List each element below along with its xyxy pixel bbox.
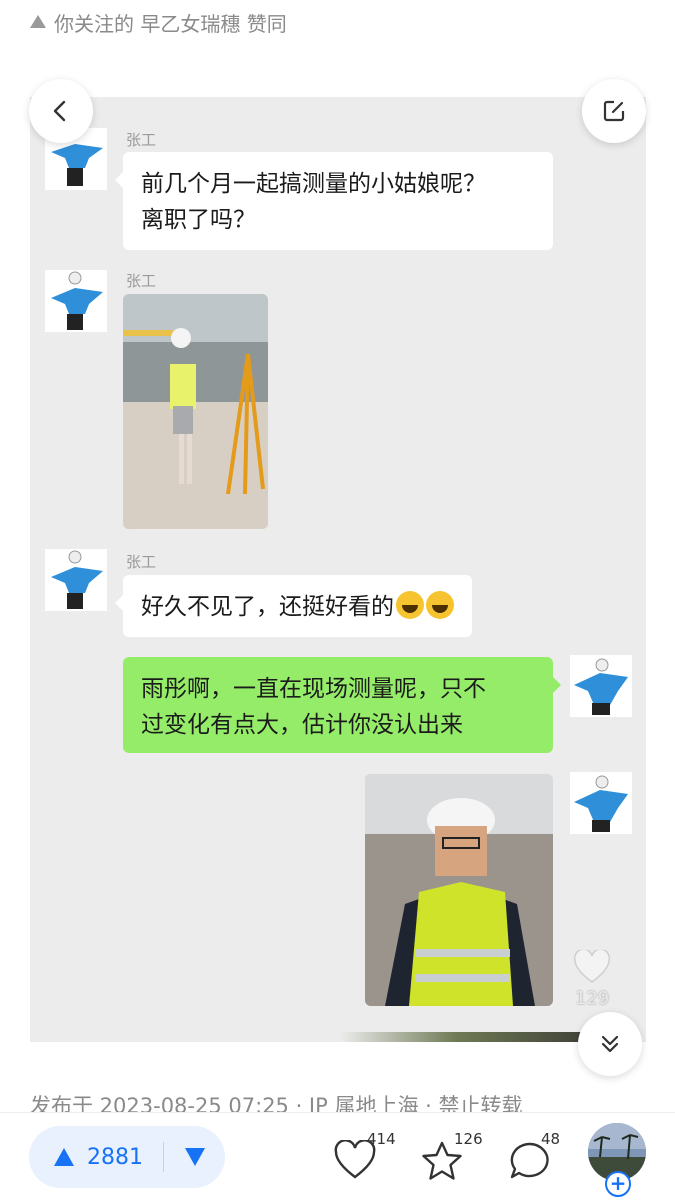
downvote-button[interactable] <box>164 1126 225 1188</box>
like-button[interactable]: 414 <box>333 1130 396 1186</box>
back-button[interactable] <box>29 79 93 143</box>
vote-pill: 2881 <box>29 1126 225 1188</box>
chat-photo-surveyor[interactable] <box>123 294 268 529</box>
sender-name: 张工 <box>126 131 157 149</box>
image-like-button[interactable]: 129 <box>570 948 614 1009</box>
favorite-button[interactable]: 126 <box>420 1130 483 1186</box>
my-message-bubble: 雨彤啊，一直在现场测量呢，只不 过变化有点大，估计你没认出来 <box>123 657 561 753</box>
sender-name: 张工 <box>126 553 157 571</box>
crying-laugh-emoji-icon <box>396 591 424 619</box>
sender-name: 张工 <box>126 272 157 290</box>
image-like-count: 129 <box>574 988 610 1009</box>
contact-avatar <box>45 270 107 332</box>
crying-laugh-emoji-icon <box>426 591 454 619</box>
message-bubble: 前几个月一起搞测量的小姑娘呢？ 离职了吗？ <box>115 152 553 250</box>
upvote-button[interactable]: 2881 <box>29 1126 163 1188</box>
downvote-triangle-icon <box>184 1148 205 1166</box>
comment-button[interactable]: 48 <box>507 1130 567 1186</box>
triangle-up-icon <box>30 14 46 28</box>
message-bubble: 好久不见了，还挺好看的 <box>115 575 472 637</box>
my-avatar <box>570 772 632 834</box>
chat-photo-worker[interactable] <box>365 774 553 1006</box>
post-image[interactable]: 张工 前几个月一起搞测量的小姑娘呢？ 离职了吗？ 张工 张工 好久不见了，还挺好… <box>30 97 646 1042</box>
follow-activity-text: 你关注的 早乙女瑞穗 赞同 <box>54 11 287 36</box>
plus-icon[interactable]: + <box>605 1171 631 1197</box>
double-chevron-down-icon <box>601 1035 619 1053</box>
heart-icon <box>334 1140 376 1179</box>
post-screen: 你关注的 早乙女瑞穗 赞同 张工 前几个月一起搞测量的小姑娘呢？ 离职了吗？ 张 <box>0 0 675 1200</box>
follow-activity-bar[interactable]: 你关注的 早乙女瑞穗 赞同 <box>30 8 287 36</box>
upvote-count: 2881 <box>87 1144 143 1170</box>
collapse-button[interactable] <box>578 1012 642 1076</box>
edit-icon <box>603 100 625 122</box>
contact-avatar <box>45 549 107 611</box>
comment-icon <box>510 1142 549 1179</box>
upvote-triangle-icon <box>54 1148 74 1166</box>
bottom-action-bar: 2881 414 126 48 + <box>0 1112 675 1200</box>
edit-button[interactable] <box>582 79 646 143</box>
my-avatar <box>570 655 632 717</box>
heart-icon <box>574 948 610 983</box>
back-arrow-icon <box>53 100 66 122</box>
star-icon <box>422 1141 462 1180</box>
